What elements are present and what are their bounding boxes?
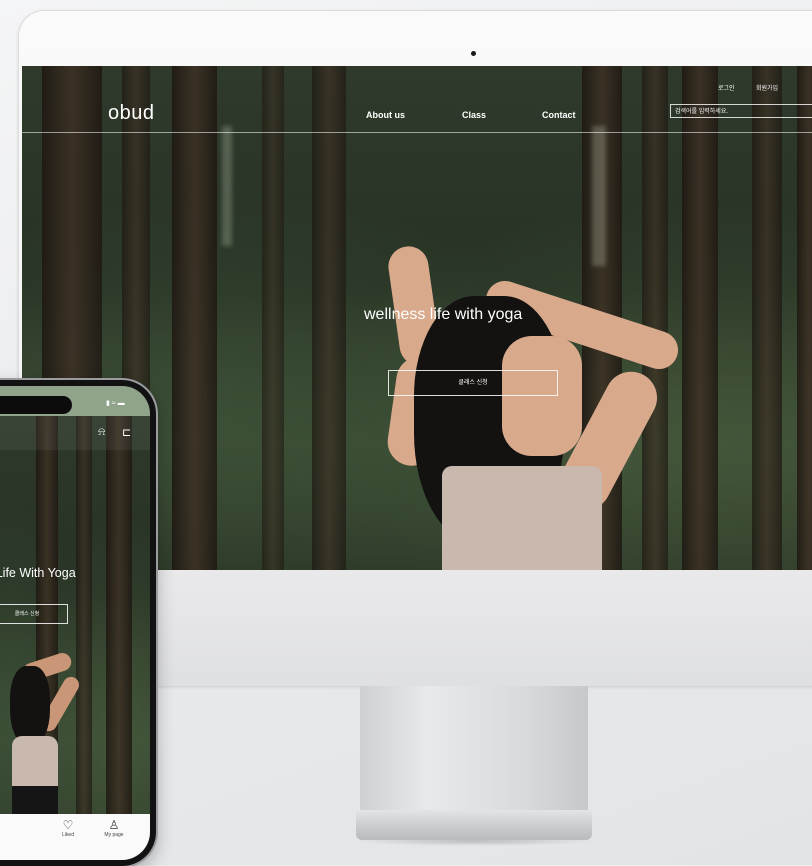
heart-icon: ♡ (62, 818, 74, 832)
site-logo[interactable]: obud (108, 102, 155, 125)
nav-divider (22, 132, 812, 133)
nav-contact[interactable]: Contact (542, 110, 576, 120)
tree-trunk (682, 66, 718, 570)
signup-link[interactable]: 회원가입 (756, 83, 778, 92)
face-shoulder (502, 336, 582, 456)
nav-class[interactable]: Class (462, 110, 486, 120)
person-icon: ♙ (108, 818, 120, 832)
mobile-tab-bar: ♡ Liked ♙ My page (0, 814, 150, 860)
tab-liked[interactable]: ♡ Liked (48, 818, 88, 838)
class-signup-button[interactable]: 클래스 신청 (388, 370, 558, 396)
hair (10, 666, 50, 746)
mobile-class-signup-button[interactable]: 클래스 신청 (0, 604, 68, 624)
tree-trunk (76, 386, 92, 860)
tank-top (442, 466, 602, 570)
tank-top (12, 736, 58, 786)
light-haze (222, 126, 232, 246)
bell-icon[interactable]: ⍾ (98, 426, 105, 439)
tree-trunk (106, 386, 132, 860)
camera-dot (471, 51, 476, 56)
tree-trunk (752, 66, 782, 570)
tab-my-page[interactable]: ♙ My page (94, 818, 134, 838)
cart-icon[interactable]: ⊏ (122, 426, 131, 439)
nav-about-us[interactable]: About us (366, 110, 405, 120)
tab-my-page-label: My page (104, 832, 124, 838)
mobile-hero-headline: s Life With Yoga (0, 566, 76, 580)
search-input[interactable]: 검색어를 입력하세요. (670, 104, 812, 118)
login-link[interactable]: 로그인 (718, 83, 735, 92)
phone-mockup: ▮ ≈ ▬ ⍾ ⊏ s Life With Yoga 클래스 신청 ♡ Like… (0, 380, 156, 866)
dynamic-island (0, 396, 72, 414)
tree-trunk (172, 66, 217, 570)
signal-wifi-battery-icon: ▮ ≈ ▬ (106, 400, 125, 407)
phone-screen: ▮ ≈ ▬ ⍾ ⊏ s Life With Yoga 클래스 신청 ♡ Like… (0, 386, 150, 860)
tree-trunk (312, 66, 346, 570)
tree-trunk (642, 66, 668, 570)
tab-liked-label: Liked (62, 832, 74, 838)
light-haze (592, 126, 606, 266)
tree-trunk (797, 66, 812, 570)
imac-stand-foot (356, 810, 592, 840)
pants (12, 786, 58, 814)
imac-stand-neck (360, 686, 588, 810)
tree-trunk (262, 66, 284, 570)
hero-headline: wellness life with yoga (364, 306, 523, 323)
